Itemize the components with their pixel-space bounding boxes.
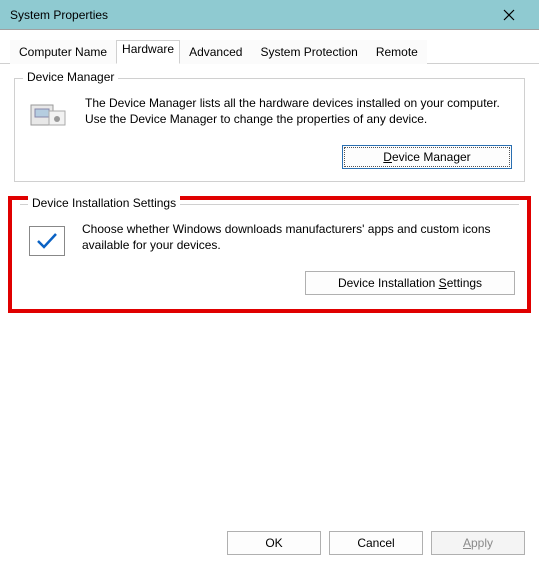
tab-content: Device Manager The Device Manager lists … [0,64,539,313]
tab-advanced[interactable]: Advanced [180,40,251,64]
titlebar: System Properties [0,0,539,30]
groupbox-device-manager: Device Manager The Device Manager lists … [14,78,525,182]
groupbox-device-install: Device Installation Settings Choose whet… [20,204,519,305]
device-install-desc: Choose whether Windows downloads manufac… [82,221,515,253]
groupbox-title: Device Manager [23,70,118,84]
ok-button[interactable]: OK [227,531,321,555]
device-install-icon [24,221,70,261]
close-button[interactable] [487,0,531,30]
device-install-settings-button[interactable]: Device Installation Settings [305,271,515,295]
checkmark-icon [29,226,65,256]
tab-system-protection[interactable]: System Protection [251,40,366,64]
dialog-footer: OK Cancel Apply [227,531,525,555]
apply-button[interactable]: Apply [431,531,525,555]
tab-strip: Computer Name Hardware Advanced System P… [0,30,539,64]
device-manager-icon [27,95,73,135]
close-icon [503,9,515,21]
device-manager-desc: The Device Manager lists all the hardwar… [85,95,512,127]
highlight-device-install: Device Installation Settings Choose whet… [8,196,531,313]
cancel-button[interactable]: Cancel [329,531,423,555]
tab-remote[interactable]: Remote [367,40,427,64]
device-manager-button[interactable]: Device Manager [342,145,512,169]
groupbox-title: Device Installation Settings [28,196,180,210]
tab-computer-name[interactable]: Computer Name [10,40,116,64]
tab-hardware[interactable]: Hardware [116,40,180,64]
window-title: System Properties [10,8,487,22]
